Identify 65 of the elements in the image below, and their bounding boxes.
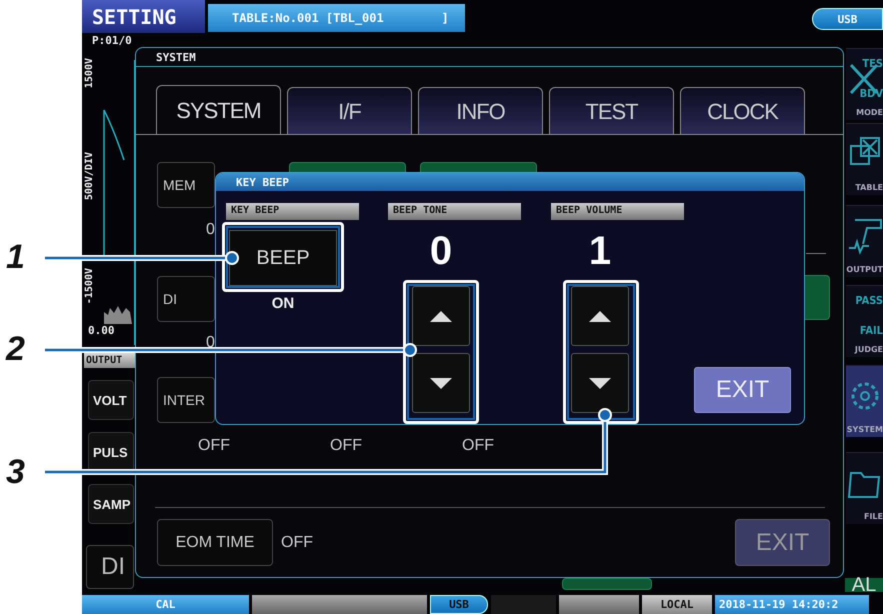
up-triangle-icon (589, 310, 611, 322)
table-label: TABLE:No.001 [TBL_001 ] (208, 4, 465, 32)
sidebar-item[interactable]: FILE (846, 452, 883, 524)
tab[interactable]: TEST (549, 87, 674, 135)
setting-button[interactable]: MEM (157, 162, 215, 208)
up-button[interactable] (412, 286, 470, 346)
exit-button[interactable]: EXIT (694, 367, 791, 413)
setting-value: OFF (330, 437, 363, 455)
exit-button[interactable]: EXIT (735, 519, 830, 566)
down-triangle-icon (430, 378, 452, 388)
cal-status: CAL (82, 595, 249, 614)
column-header: KEY BEEP (226, 203, 359, 220)
sidebar-item[interactable]: PASS FAIL JUDGE (846, 285, 883, 357)
icon-text: PASS (855, 294, 883, 308)
down-button[interactable] (412, 353, 470, 413)
icon-text: FAIL (860, 324, 883, 337)
axis-label: 0.00 (88, 324, 114, 337)
screen-title: SETTING (82, 0, 205, 33)
setting-value: 0 (206, 221, 215, 239)
tab[interactable]: I/F (287, 87, 412, 135)
setting-button[interactable]: INTER (157, 377, 215, 423)
setting-value: OFF (198, 437, 231, 455)
column-header: BEEP VOLUME (551, 203, 684, 220)
output-button[interactable]: SAMP (88, 484, 134, 524)
tab[interactable]: SYSTEM (156, 85, 281, 135)
eom-time-button[interactable]: EOM TIME (157, 519, 273, 566)
callout-number: 3 (6, 455, 25, 489)
setting-value: 0 (206, 334, 215, 352)
down-button[interactable] (571, 353, 629, 413)
usb-status: USB (430, 595, 488, 614)
page-label: P:01/0 (92, 34, 132, 47)
setting-value: OFF (462, 437, 495, 455)
output-button[interactable]: PULS (88, 432, 134, 472)
icon-text: BDV (860, 86, 883, 100)
column-header: BEEP TONE (388, 203, 521, 220)
up-button[interactable] (571, 286, 629, 346)
sidebar-item[interactable]: TES BDV MODE (846, 48, 883, 120)
beep-state: ON (270, 295, 296, 312)
axis-label: 1500V (84, 58, 95, 88)
axis-label: 500V/DIV (84, 152, 95, 200)
dialog-title: KEY BEEP (216, 173, 804, 191)
icon-text: TES (862, 57, 883, 70)
section-label: OUTPUT (84, 352, 136, 368)
setting-value: OFF (281, 534, 313, 552)
setting-button[interactable]: DI (157, 276, 215, 322)
sidebar-item[interactable]: SYSTEM (846, 365, 883, 437)
output-button[interactable]: VOLT (88, 380, 134, 420)
axis-label: -1500V (84, 268, 95, 304)
usb-indicator: USB (812, 8, 883, 30)
step-value: 0 (428, 229, 454, 274)
sidebar-item[interactable]: TABLE (846, 123, 883, 195)
step-value: 1 (588, 229, 612, 274)
beep-button[interactable]: BEEP (229, 230, 337, 286)
display-button[interactable]: DI (86, 545, 134, 589)
tab[interactable]: CLOCK (680, 87, 805, 135)
up-triangle-icon (430, 310, 452, 322)
date-time: 2018-11-19 14:20:2 (715, 595, 869, 614)
sidebar-item[interactable]: OUTPUT (846, 205, 883, 277)
callout-number: 1 (6, 240, 25, 274)
cal-button[interactable]: AL (845, 578, 883, 592)
window-title: SYSTEM (136, 48, 843, 67)
down-triangle-icon (589, 378, 611, 388)
callout-number: 2 (6, 332, 25, 366)
tab[interactable]: INFO (418, 87, 543, 135)
local-status: LOCAL (642, 595, 712, 614)
